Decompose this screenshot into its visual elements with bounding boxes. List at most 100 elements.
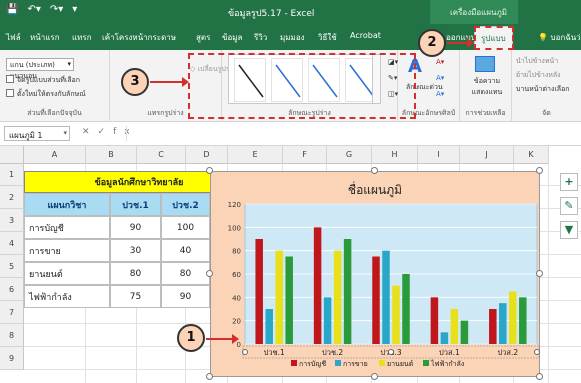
- tab-help[interactable]: วิธีใช้: [318, 31, 337, 44]
- tab-home[interactable]: หน้าแรก: [30, 31, 60, 44]
- select-all-corner[interactable]: [0, 146, 24, 164]
- name-box[interactable]: แผนภูมิ 1: [4, 126, 70, 141]
- row-header-7[interactable]: 7: [0, 301, 24, 324]
- y-tick-label: 60: [232, 271, 241, 279]
- selection-pane-button[interactable]: บานหน้าต่างเลือก: [516, 84, 570, 95]
- column-header-k[interactable]: K: [514, 146, 549, 164]
- department-cell[interactable]: การขาย: [24, 239, 110, 262]
- chart-tools-context-header: เครื่องมือแผนภูมิ: [430, 0, 518, 24]
- resize-handle[interactable]: [206, 167, 213, 174]
- column-header-d[interactable]: D: [186, 146, 228, 164]
- value-cell[interactable]: 100: [161, 216, 210, 239]
- column-header-j[interactable]: J: [460, 146, 514, 164]
- customize-qat-icon[interactable]: ▾: [72, 4, 77, 15]
- column-header-b[interactable]: B: [86, 146, 137, 164]
- bar-3-2: [450, 309, 459, 344]
- text-outline-button[interactable]: A▾: [436, 74, 444, 82]
- row-header-8[interactable]: 8: [0, 324, 24, 347]
- resize-handle[interactable]: [206, 270, 213, 277]
- row-header-4[interactable]: 4: [0, 232, 24, 255]
- resize-handle[interactable]: [536, 373, 543, 380]
- tab-file[interactable]: ไฟล์: [6, 31, 21, 44]
- row-header-5[interactable]: 5: [0, 255, 24, 278]
- worksheet-grid: ABCDEFGHIJK 123456789 ข้อมูลนักศึกษาวิทย…: [0, 146, 581, 383]
- header-cell-pvc2[interactable]: ปวช.2: [161, 193, 210, 216]
- window-title: ข้อมูลรูป5.17 - Excel: [228, 9, 315, 19]
- formula-input[interactable]: [126, 126, 576, 141]
- tab-view[interactable]: มุมมอง: [280, 31, 305, 44]
- undo-icon[interactable]: ↶▾: [27, 4, 40, 15]
- header-cell-pvc1[interactable]: ปวช.1: [110, 193, 161, 216]
- bar-1-3: [343, 239, 352, 344]
- chart-elements-plus-icon[interactable]: +: [560, 173, 578, 191]
- x-tick-label: ปวส.1: [439, 348, 460, 357]
- column-header-e[interactable]: E: [228, 146, 283, 164]
- row-header-9[interactable]: 9: [0, 347, 24, 370]
- value-cell[interactable]: 90: [161, 285, 210, 308]
- column-header-i[interactable]: I: [418, 146, 460, 164]
- save-icon[interactable]: 💾: [6, 4, 18, 15]
- bar-1-2: [333, 250, 342, 344]
- chart-filters-funnel-icon[interactable]: ▼: [560, 221, 578, 239]
- tab-review[interactable]: รีวิว: [254, 31, 267, 44]
- tab-formulas[interactable]: สูตร: [196, 31, 210, 44]
- department-cell[interactable]: ยานยนต์: [24, 262, 110, 285]
- row-header-3[interactable]: 3: [0, 209, 24, 232]
- tell-me-box[interactable]: 💡 บอกฉันว่าค: [538, 31, 581, 44]
- value-cell[interactable]: 75: [110, 285, 161, 308]
- highlight-format-tab: [474, 26, 514, 50]
- redo-icon[interactable]: ↷▾: [50, 4, 63, 15]
- tab-insert[interactable]: แทรก: [72, 31, 92, 44]
- tab-data[interactable]: ข้อมูล: [222, 31, 242, 44]
- tab-page-layout[interactable]: เค้าโครงหน้ากระดาษ: [102, 31, 176, 44]
- bar-3-1: [440, 332, 449, 344]
- value-cell[interactable]: 30: [110, 239, 161, 262]
- value-cell[interactable]: 90: [110, 216, 161, 239]
- column-header-a[interactable]: A: [24, 146, 86, 164]
- column-header-c[interactable]: C: [137, 146, 186, 164]
- row-header-6[interactable]: 6: [0, 278, 24, 301]
- format-selection-icon: [6, 75, 14, 83]
- bar-1-1: [323, 297, 332, 344]
- chart-area[interactable]: ชื่อแผนภูมิ 020406080100120ปวช.1ปวช.2ปวช…: [210, 171, 540, 377]
- value-cell[interactable]: 40: [161, 239, 210, 262]
- legend-label-3: ไฟฟ้ากำลัง: [430, 359, 464, 368]
- enter-icon[interactable]: ✓: [98, 127, 114, 137]
- resize-handle[interactable]: [536, 270, 543, 277]
- tab-acrobat[interactable]: Acrobat: [350, 31, 381, 40]
- send-backward-button[interactable]: ย้ายไปข้างหลัง: [516, 70, 561, 81]
- group-accessibility: ข้อความแสดงแทน การช่วยเหลือ: [460, 50, 512, 122]
- header-cell-department[interactable]: แผนกวิชา: [24, 193, 110, 216]
- resize-handle[interactable]: [536, 167, 543, 174]
- row-header-2[interactable]: 2: [0, 186, 24, 209]
- column-header-f[interactable]: F: [283, 146, 327, 164]
- resize-handle[interactable]: [206, 373, 213, 380]
- alt-text-button[interactable]: ข้อความแสดงแทน: [466, 76, 508, 98]
- text-fill-button[interactable]: A▾: [436, 58, 444, 66]
- resize-handle[interactable]: [371, 373, 378, 380]
- cancel-icon[interactable]: ✕: [82, 127, 98, 137]
- reset-to-match-style-button[interactable]: ตั้งใหม่ให้ตรงกับลักษณ์: [6, 89, 86, 100]
- value-cell[interactable]: 80: [161, 262, 210, 285]
- bar-0-2: [275, 250, 283, 344]
- callout-badge-3: 3: [121, 68, 149, 96]
- format-selection-button[interactable]: จัดรูปแบบส่วนที่เลือก: [6, 75, 80, 86]
- chart-elements-dropdown[interactable]: แกน (ประเภท) แนวนอน: [6, 58, 74, 80]
- grid-line: [548, 164, 549, 383]
- text-effects-button[interactable]: A▾: [436, 90, 444, 98]
- group-current-selection: แกน (ประเภท) แนวนอน จัดรูปแบบส่วนที่เลือ…: [0, 50, 110, 122]
- bar-2-1: [382, 250, 390, 344]
- department-cell[interactable]: ไฟฟ้ากำลัง: [24, 285, 110, 308]
- bring-forward-button[interactable]: นำไปข้างหน้า: [516, 56, 558, 67]
- lightbulb-icon: 💡: [538, 33, 551, 42]
- resize-handle[interactable]: [371, 167, 378, 174]
- department-cell[interactable]: การบัญชี: [24, 216, 110, 239]
- callout-badge-2: 2: [418, 29, 446, 57]
- bar-3-0: [430, 297, 439, 344]
- value-cell[interactable]: 80: [110, 262, 161, 285]
- row-header-1[interactable]: 1: [0, 164, 24, 186]
- column-header-h[interactable]: H: [372, 146, 418, 164]
- group-label: ส่วนที่เลือกปัจจุบัน: [27, 109, 82, 117]
- chart-styles-brush-icon[interactable]: ✎: [560, 197, 578, 215]
- column-header-g[interactable]: G: [327, 146, 372, 164]
